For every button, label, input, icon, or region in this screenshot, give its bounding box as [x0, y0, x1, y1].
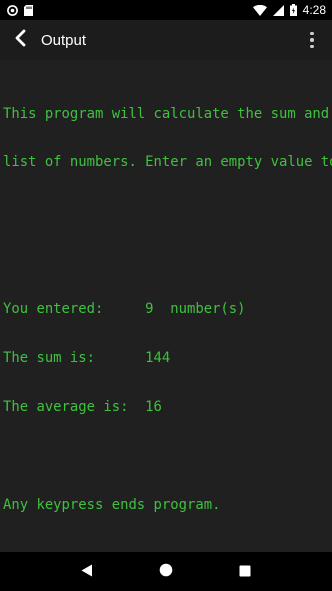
status-right: 4:28 [252, 1, 326, 20]
nav-back-button[interactable] [67, 552, 107, 591]
app-bar: Output [0, 20, 332, 60]
console-output[interactable]: This program will calculate the sum and … [0, 60, 332, 552]
console-line: You entered: 9 number(s) [3, 301, 246, 318]
back-triangle-icon [81, 562, 93, 581]
more-options-button[interactable] [304, 28, 320, 52]
console-line: list of numbers. Enter an empty value to… [3, 154, 332, 171]
wifi-icon [252, 1, 267, 20]
app-title: Output [41, 31, 87, 49]
console-text: This program will calculate the sum and … [3, 73, 332, 546]
console-line: The average is: 16 [3, 398, 162, 415]
status-left [7, 1, 33, 20]
navigation-bar [0, 552, 332, 591]
nav-home-button[interactable] [146, 552, 186, 591]
signal-icon [272, 1, 284, 20]
console-line: Any keypress ends program. [3, 496, 221, 513]
sync-icon [7, 1, 18, 20]
sd-card-icon [24, 1, 33, 20]
back-arrow-icon [14, 29, 26, 51]
battery-icon [289, 1, 297, 20]
screen: 4:28 Output This program will calculate … [0, 0, 332, 591]
more-vert-icon [310, 31, 314, 36]
status-bar: 4:28 [0, 0, 332, 20]
nav-recents-button[interactable] [225, 552, 265, 591]
recents-square-icon [239, 562, 251, 581]
home-circle-icon [159, 562, 173, 581]
back-button[interactable] [0, 20, 40, 60]
console-line: This program will calculate the sum and … [3, 105, 330, 122]
status-time: 4:28 [302, 3, 326, 17]
console-line: The sum is: 144 [3, 350, 171, 367]
